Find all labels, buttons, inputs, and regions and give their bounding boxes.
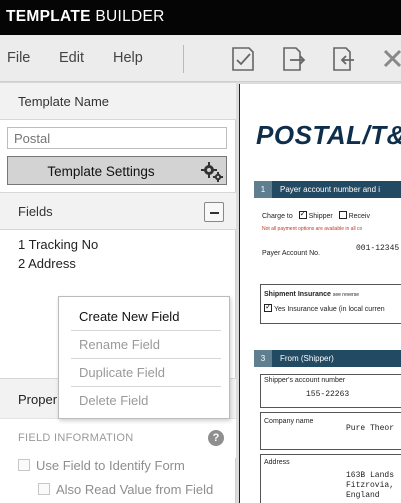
- toolbar-divider: [183, 45, 184, 73]
- receiver-label: Receiv: [348, 213, 370, 220]
- shipper-account-label: Shipper's account number: [264, 377, 346, 384]
- address-line-2: Fitzrovia,: [346, 481, 395, 490]
- template-name-header: Template Name: [0, 82, 236, 120]
- section-1-title: Payer account number and i: [280, 185, 381, 194]
- left-panel: Template Name Template Settings Fields 1…: [0, 82, 236, 503]
- template-settings-label: Template Settings: [47, 164, 155, 179]
- use-field-checkbox-row[interactable]: Use Field to Identify Form: [18, 458, 185, 473]
- fields-label: Fields: [18, 204, 53, 219]
- help-icon[interactable]: ?: [208, 430, 224, 446]
- fields-header: Fields: [0, 192, 236, 230]
- receiver-checkbox: [338, 211, 347, 219]
- menu-help[interactable]: Help: [113, 50, 143, 66]
- insurance-yes-label: Yes Insurance value (in local curren: [274, 306, 385, 313]
- payer-account-value: 001-12345: [356, 244, 400, 253]
- charge-to-row: Charge to Shipper Receiv: [262, 209, 370, 220]
- section-3-bar: 3 From (Shipper): [254, 350, 401, 367]
- app-title: TEMPLATE BUILDER: [6, 8, 165, 26]
- charge-to-label: Charge to: [262, 213, 293, 220]
- company-name-value: Pure Theor: [346, 424, 395, 433]
- menu-edit[interactable]: Edit: [59, 50, 84, 66]
- insurance-title: Shipment Insurance: [264, 291, 331, 298]
- field-information-label: FIELD INFORMATION: [18, 432, 134, 444]
- close-icon[interactable]: [379, 44, 401, 74]
- section-3-title: From (Shipper): [280, 354, 334, 363]
- document-page: POSTAL/T& 1 Payer account number and i C…: [239, 84, 401, 503]
- field-context-menu: Create New Field Rename Field Duplicate …: [58, 296, 230, 419]
- insurance-yes-row: Yes Insurance value (in local curren: [264, 302, 385, 313]
- import-icon[interactable]: [329, 44, 359, 74]
- checklist-icon[interactable]: [228, 44, 258, 74]
- export-icon[interactable]: [279, 44, 309, 74]
- collapse-fields-button[interactable]: [204, 202, 224, 222]
- also-read-checkbox[interactable]: [38, 483, 50, 495]
- address-label: Address: [264, 459, 290, 466]
- use-field-checkbox[interactable]: [18, 459, 30, 471]
- insurance-checkbox: [264, 302, 272, 312]
- title-bar: TEMPLATE BUILDER: [0, 0, 401, 35]
- field-item-tracking-no[interactable]: 1 Tracking No: [18, 237, 98, 252]
- template-name-label: Template Name: [18, 94, 110, 109]
- address-line-3: England: [346, 491, 380, 500]
- app-title-light: BUILDER: [95, 8, 165, 25]
- duplicate-field-item[interactable]: Duplicate Field: [59, 357, 229, 385]
- insurance-title-row: Shipment Insurance see reverse: [264, 291, 359, 298]
- section-3-number: 3: [254, 350, 272, 367]
- gears-icon: [201, 162, 223, 182]
- section-1-bar: 1 Payer account number and i: [254, 181, 401, 198]
- field-information-row: FIELD INFORMATION ?: [0, 418, 236, 458]
- shipper-label: Shipper: [308, 213, 333, 220]
- shipper-account-value: 155-22263: [306, 390, 350, 399]
- payment-note: Not all payment options are available in…: [262, 226, 363, 232]
- company-name-label: Company name: [264, 418, 314, 425]
- menu-file[interactable]: File: [7, 50, 30, 66]
- properties-label: Proper: [18, 392, 58, 407]
- use-field-label: Use Field to Identify Form: [36, 458, 185, 473]
- also-read-checkbox-row[interactable]: Also Read Value from Field: [38, 482, 213, 497]
- app-title-bold: TEMPLATE: [6, 8, 91, 25]
- payer-account-label: Payer Account No.: [262, 250, 320, 257]
- document-preview-area[interactable]: POSTAL/T& 1 Payer account number and i C…: [236, 82, 401, 503]
- address-line-1: 163B Lands: [346, 471, 395, 480]
- insurance-note: see reverse: [332, 292, 359, 298]
- postal-logo: POSTAL/T&: [256, 120, 401, 150]
- section-1-number: 1: [254, 181, 272, 198]
- template-settings-button[interactable]: Template Settings: [7, 156, 227, 185]
- create-new-field-item[interactable]: Create New Field: [59, 301, 229, 329]
- template-name-input[interactable]: [7, 127, 227, 149]
- menu-bar: File Edit Help: [0, 35, 401, 82]
- rename-field-item[interactable]: Rename Field: [59, 329, 229, 357]
- delete-field-item[interactable]: Delete Field: [59, 385, 229, 413]
- shipper-checkbox: [298, 209, 307, 219]
- also-read-label: Also Read Value from Field: [56, 482, 214, 497]
- field-item-address[interactable]: 2 Address: [18, 256, 76, 271]
